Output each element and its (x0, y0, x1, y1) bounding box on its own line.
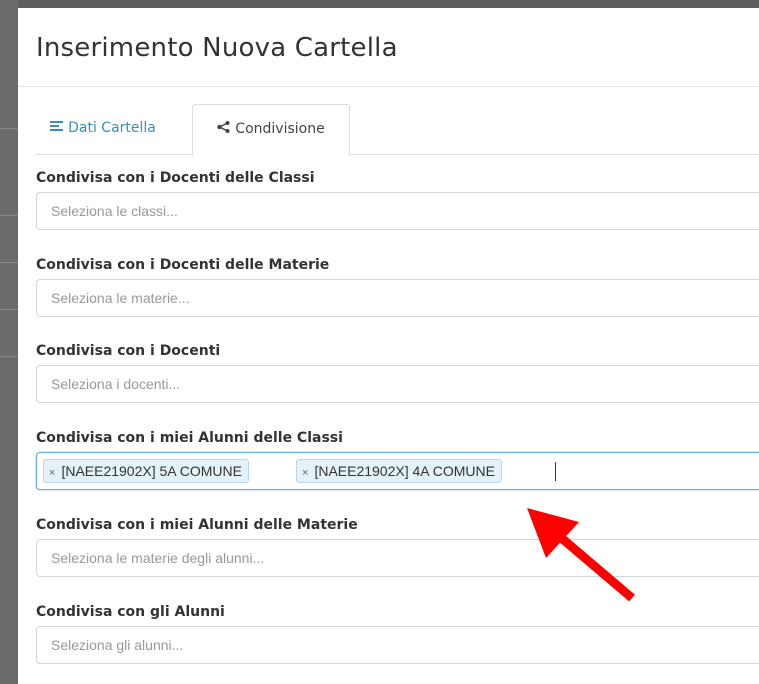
annotation-arrow-icon (527, 508, 635, 602)
